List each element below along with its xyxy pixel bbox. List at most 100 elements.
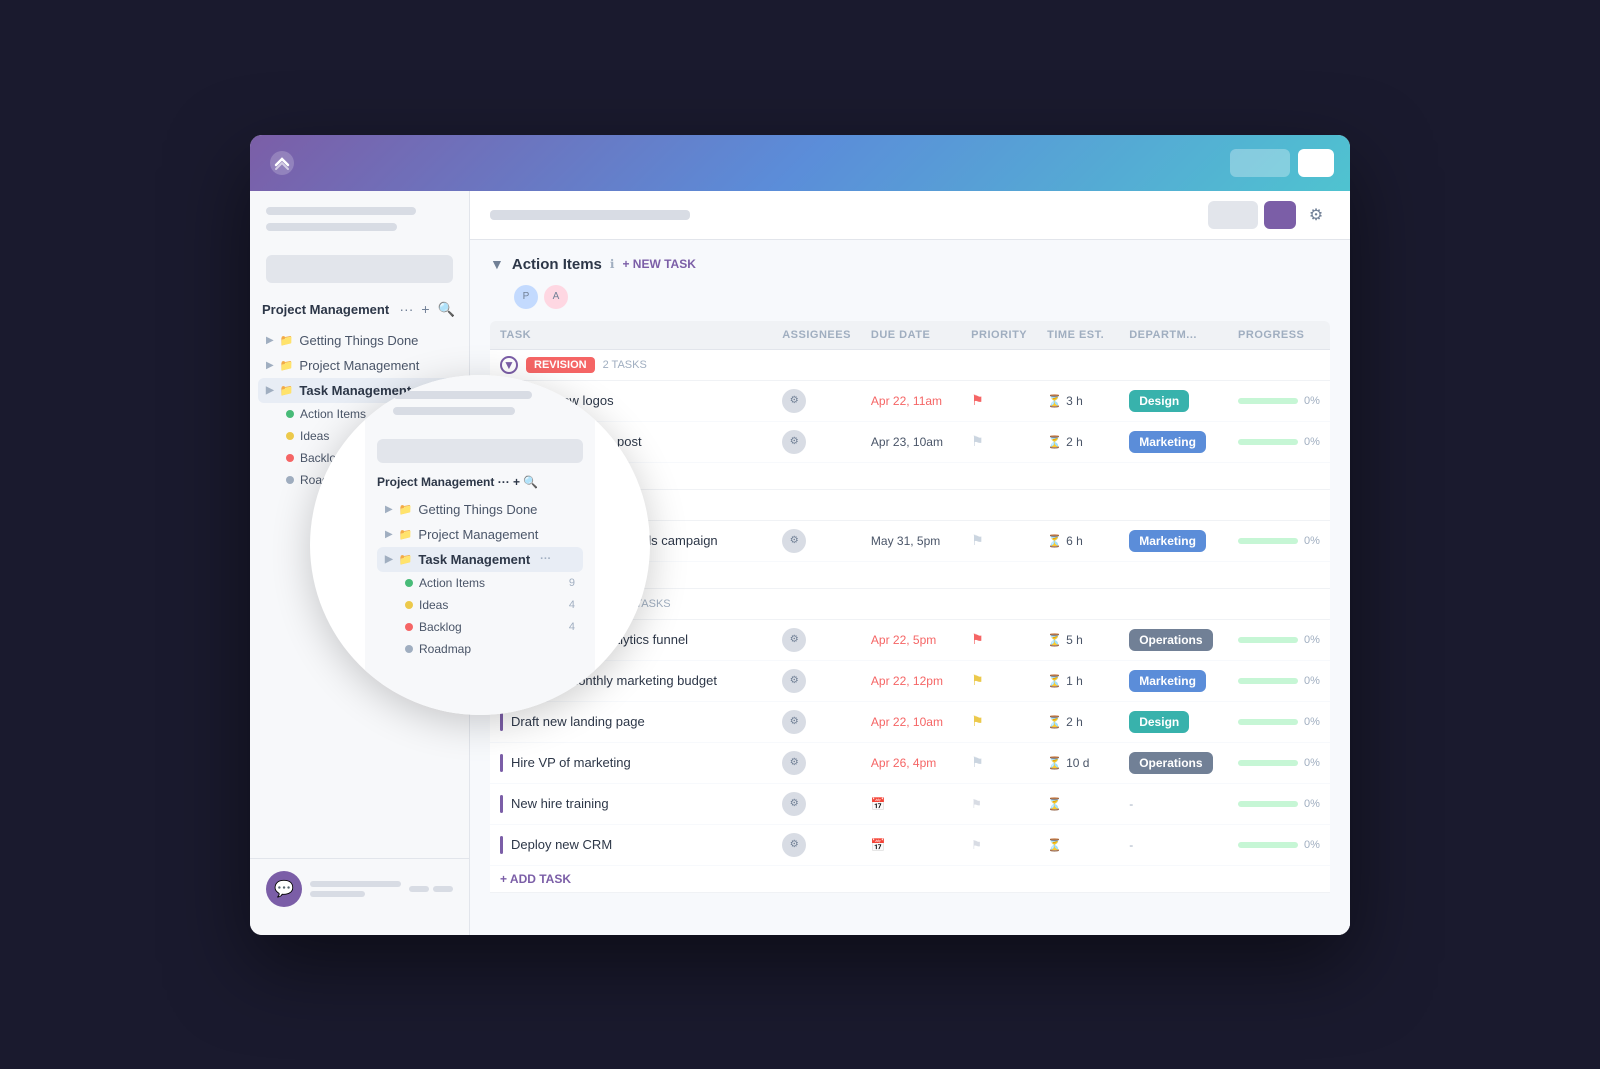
- view-btn-board[interactable]: [1264, 201, 1296, 229]
- priority-cell[interactable]: ⚑: [961, 620, 1037, 661]
- progress-bar: [1238, 719, 1298, 725]
- time-est-cell[interactable]: ⏳2 h: [1037, 422, 1119, 463]
- due-date-cell[interactable]: 📅: [861, 825, 961, 866]
- assignee-avatar[interactable]: ⚙: [782, 389, 806, 413]
- due-date-cell[interactable]: Apr 23, 10am: [861, 422, 961, 463]
- dept-badge: Marketing: [1129, 670, 1206, 692]
- time-est-cell[interactable]: ⏳2 h: [1037, 702, 1119, 743]
- time-est-cell[interactable]: ⏳5 h: [1037, 620, 1119, 661]
- sidebar-item-getting-things-done[interactable]: ▶ 📁 Getting Things Done: [258, 328, 461, 353]
- due-date-cell[interactable]: Apr 22, 11am: [861, 381, 961, 422]
- due-date-cell[interactable]: May 31, 5pm: [861, 521, 961, 562]
- sidebar-item-task-management[interactable]: ▶ 📁 Task Management ···: [377, 547, 583, 572]
- assignee-cell[interactable]: ⚙: [772, 422, 861, 463]
- sidebar-subitem-ideas[interactable]: Ideas 4: [377, 594, 583, 616]
- folder-icon: 📁: [399, 553, 413, 566]
- sidebar-subitem-roadmap[interactable]: Roadmap: [377, 638, 583, 660]
- section-info-btn[interactable]: ℹ: [610, 257, 615, 271]
- workspace-search-btn[interactable]: 🔍: [436, 299, 457, 320]
- assignee-avatar[interactable]: ⚙: [782, 669, 806, 693]
- task-name-cell[interactable]: New hire training: [490, 784, 772, 825]
- due-date-cell[interactable]: Apr 22, 5pm: [861, 620, 961, 661]
- add-task-btn[interactable]: + ADD TASK: [500, 872, 571, 886]
- topbar-btn-2[interactable]: [1298, 149, 1334, 177]
- assignee-avatar[interactable]: ⚙: [782, 430, 806, 454]
- dept-cell[interactable]: Design: [1119, 381, 1228, 422]
- assignee-avatar[interactable]: ⚙: [782, 833, 806, 857]
- time-est-cell[interactable]: ⏳6 h: [1037, 521, 1119, 562]
- assignee-avatar[interactable]: ⚙: [782, 628, 806, 652]
- priority-cell[interactable]: ⚑: [961, 381, 1037, 422]
- dept-cell[interactable]: Design: [1119, 702, 1228, 743]
- assignee-cell[interactable]: ⚙: [772, 381, 861, 422]
- progress-label: 0%: [1304, 798, 1320, 810]
- nav-subitem-label: Backlog: [419, 620, 462, 634]
- task-row[interactable]: Design new logos ⚙ Apr 22, 11am ⚑ ⏳3 h D…: [490, 381, 1330, 422]
- dept-cell[interactable]: Operations: [1119, 743, 1228, 784]
- new-task-btn[interactable]: + NEW TASK: [622, 257, 695, 271]
- assignee-avatar[interactable]: ⚙: [782, 792, 806, 816]
- app-logo[interactable]: [266, 147, 298, 179]
- dept-cell[interactable]: Operations: [1119, 620, 1228, 661]
- dept-cell[interactable]: Marketing: [1119, 661, 1228, 702]
- assignee-cell[interactable]: ⚙: [772, 521, 861, 562]
- nav-subitem-label: Roadmap: [419, 642, 471, 656]
- task-name-cell[interactable]: Hire VP of marketing: [490, 743, 772, 784]
- assignee-cell[interactable]: ⚙: [772, 784, 861, 825]
- assignee-cell[interactable]: ⚙: [772, 620, 861, 661]
- task-row[interactable]: Organize monthly marketing budget ⚙ Apr …: [490, 661, 1330, 702]
- section-collapse-btn[interactable]: ▼: [490, 256, 504, 272]
- priority-flag: ⚑: [971, 672, 984, 688]
- avatar-2[interactable]: A: [544, 285, 568, 309]
- priority-cell[interactable]: ⚑: [961, 702, 1037, 743]
- task-row[interactable]: Draft new landing page ⚙ Apr 22, 10am ⚑ …: [490, 702, 1330, 743]
- due-date-cell[interactable]: Apr 22, 12pm: [861, 661, 961, 702]
- time-est-cell[interactable]: ⏳: [1037, 825, 1119, 866]
- due-date-cell[interactable]: Apr 26, 4pm: [861, 743, 961, 784]
- task-row[interactable]: New hire training ⚙ 📅 ⚑ ⏳ - 0%: [490, 784, 1330, 825]
- dot-icon: [405, 645, 413, 653]
- sidebar-subitem-action-items[interactable]: Action Items 9: [377, 572, 583, 594]
- dept-cell[interactable]: -: [1119, 784, 1228, 825]
- time-est-cell[interactable]: ⏳10 d: [1037, 743, 1119, 784]
- assignee-cell[interactable]: ⚙: [772, 825, 861, 866]
- sidebar-item-getting-things-done[interactable]: ▶ 📁 Getting Things Done: [377, 497, 583, 522]
- priority-cell[interactable]: ⚑: [961, 743, 1037, 784]
- assignee-avatar[interactable]: ⚙: [782, 710, 806, 734]
- assignee-cell[interactable]: ⚙: [772, 702, 861, 743]
- time-est-cell[interactable]: ⏳: [1037, 784, 1119, 825]
- settings-btn[interactable]: ⚙: [1302, 201, 1330, 229]
- sidebar-subitem-backlog[interactable]: Backlog 4: [377, 616, 583, 638]
- task-row[interactable]: Deploy new CRM ⚙ 📅 ⚑ ⏳ - 0%: [490, 825, 1330, 866]
- task-name-cell[interactable]: Deploy new CRM: [490, 825, 772, 866]
- assignee-cell[interactable]: ⚙: [772, 743, 861, 784]
- assignee-cell[interactable]: ⚙: [772, 661, 861, 702]
- assignee-avatar[interactable]: ⚙: [782, 529, 806, 553]
- group-collapse-btn[interactable]: ▼: [500, 356, 518, 374]
- dept-cell[interactable]: Marketing: [1119, 422, 1228, 463]
- task-name-cell[interactable]: Draft new landing page: [490, 702, 772, 743]
- topbar-btn-1[interactable]: [1230, 149, 1290, 177]
- due-date-cell[interactable]: Apr 22, 10am: [861, 702, 961, 743]
- task-row[interactable]: Hire VP of marketing ⚙ Apr 26, 4pm ⚑ ⏳10…: [490, 743, 1330, 784]
- priority-cell[interactable]: ⚑: [961, 521, 1037, 562]
- nav-item-more[interactable]: ···: [540, 553, 551, 565]
- dept-cell[interactable]: -: [1119, 825, 1228, 866]
- due-date-cell[interactable]: 📅: [861, 784, 961, 825]
- dept-cell[interactable]: Marketing: [1119, 521, 1228, 562]
- priority-cell[interactable]: ⚑: [961, 784, 1037, 825]
- time-est-cell[interactable]: ⏳3 h: [1037, 381, 1119, 422]
- priority-cell[interactable]: ⚑: [961, 661, 1037, 702]
- workspace-add-btn[interactable]: +: [419, 299, 431, 319]
- assignee-avatar[interactable]: ⚙: [782, 751, 806, 775]
- priority-cell[interactable]: ⚑: [961, 422, 1037, 463]
- avatar-1[interactable]: P: [514, 285, 538, 309]
- add-task-row: + ADD TASK: [490, 866, 1330, 893]
- time-est-cell[interactable]: ⏳1 h: [1037, 661, 1119, 702]
- priority-cell[interactable]: ⚑: [961, 825, 1037, 866]
- view-btn-list[interactable]: [1208, 201, 1258, 229]
- sidebar-item-project-management[interactable]: ▶ 📁 Project Management: [258, 353, 461, 378]
- chat-bubble[interactable]: 💬: [266, 871, 302, 907]
- workspace-more-btn[interactable]: ···: [397, 299, 415, 319]
- sidebar-item-project-management[interactable]: ▶ 📁 Project Management: [377, 522, 583, 547]
